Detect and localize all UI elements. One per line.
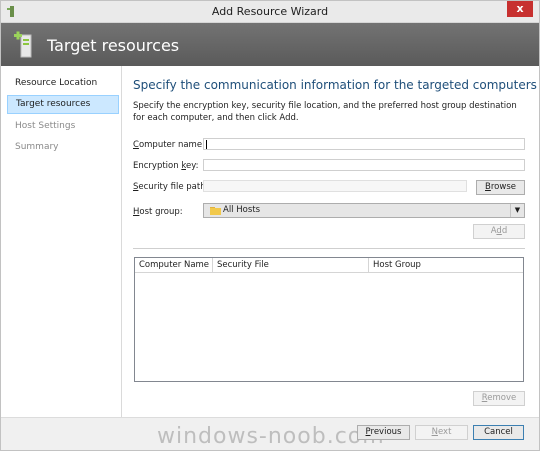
close-button[interactable]: x [507,1,533,17]
host-group-label: Host group: [133,207,183,217]
column-header-computer-name[interactable]: Computer Name [135,258,213,273]
text-cursor [206,140,207,149]
section-description: Specify the encryption key, security fil… [133,101,517,123]
section-heading: Specify the communication information fo… [133,78,537,92]
title-bar[interactable]: Add Resource Wizard x [1,1,539,23]
security-file-label: Security file path: [133,182,209,192]
sidebar-item-host-settings: Host Settings [15,121,76,131]
wizard-header: Target resources [1,23,539,66]
column-header-host-group[interactable]: Host Group [369,258,523,273]
close-icon: x [516,2,524,15]
divider [133,248,525,249]
security-file-path-input[interactable] [203,180,467,192]
add-button: Add [473,224,525,239]
page-title: Target resources [47,36,180,55]
previous-button[interactable]: Previous [357,425,410,440]
sidebar-item-target-resources[interactable]: Target resources [7,95,119,114]
cancel-button[interactable]: Cancel [473,425,524,440]
remove-button: Remove [473,391,525,406]
sidebar-item-summary: Summary [15,142,59,152]
encryption-key-label: Encryption key: [133,161,199,171]
encryption-key-input[interactable] [203,159,525,171]
window-title: Add Resource Wizard [211,5,329,18]
sidebar-item-resource-location[interactable]: Resource Location [7,74,119,93]
wizard-footer: windows-noob.com Previous Next Cancel [1,417,539,450]
watermark: windows-noob.com [157,424,385,449]
host-group-select[interactable]: All Hosts ▼ [203,203,525,218]
browse-button[interactable]: Browse [476,180,525,195]
wizard-window: Add Resource Wizard x Target resources R… [0,0,540,451]
main-content: Specify the communication information fo… [122,66,539,417]
server-add-icon [14,31,32,58]
chevron-down-icon[interactable]: ▼ [510,204,524,217]
host-group-value: All Hosts [223,205,261,215]
folder-icon [210,207,221,215]
computer-name-label: Computer name: [133,140,205,150]
wizard-steps-sidebar: Resource Location Target resources Host … [1,66,122,417]
targets-table[interactable]: Computer Name Security File Host Group [134,257,524,382]
column-header-security-file[interactable]: Security File [213,258,369,273]
computer-name-input[interactable] [203,138,525,150]
next-button: Next [415,425,468,440]
